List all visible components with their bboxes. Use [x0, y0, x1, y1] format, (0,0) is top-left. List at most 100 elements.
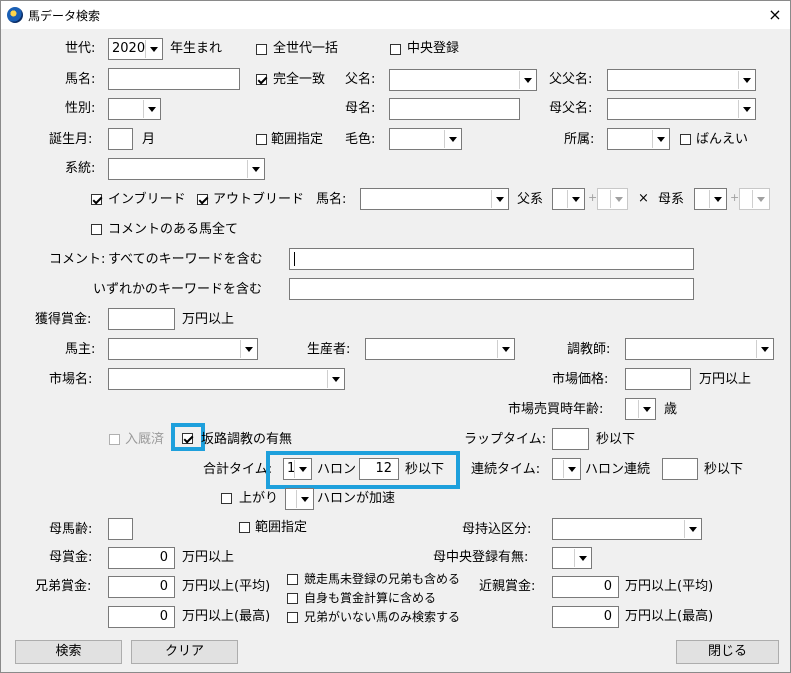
comment-horse-checkbox[interactable]: [91, 224, 102, 235]
outbreed-checkbox[interactable]: [197, 194, 208, 205]
chevron-down-icon: [563, 460, 579, 478]
sibling-max-unit: 万円以上(最高): [182, 609, 271, 624]
kin-max-unit: 万円以上(最高): [625, 609, 714, 624]
central-checkbox[interactable]: [390, 44, 401, 55]
breed-horse-select[interactable]: [360, 188, 509, 210]
dam-gen2-select[interactable]: [739, 188, 770, 210]
sibling-avg-input[interactable]: 0: [108, 576, 175, 598]
chevron-down-icon: [145, 40, 161, 58]
mother-label: 母名:: [345, 101, 376, 116]
lineage-select[interactable]: [108, 158, 265, 180]
total-seconds-input[interactable]: 12: [359, 458, 399, 480]
mf-select[interactable]: [607, 98, 756, 120]
close-button[interactable]: 閉じる: [676, 640, 779, 664]
sibling-opt3-checkbox[interactable]: [287, 612, 298, 623]
sire-gen2-select[interactable]: [597, 188, 628, 210]
banei-checkbox[interactable]: [680, 134, 691, 145]
market-age-select[interactable]: [625, 398, 656, 420]
sex-label: 性別:: [65, 101, 96, 116]
market-label: 市場名:: [49, 372, 93, 387]
chevron-down-icon: [652, 130, 668, 148]
accel-furlong-select[interactable]: [285, 488, 314, 510]
chevron-down-icon: [610, 190, 626, 208]
inbreed-checkbox[interactable]: [91, 194, 102, 205]
mother-input[interactable]: [389, 98, 520, 120]
sibling-opt2-checkbox[interactable]: [287, 593, 298, 604]
cont-furlong-label: ハロン連続: [585, 462, 651, 477]
accel-checkbox[interactable]: [221, 493, 232, 504]
era-label: 世代:: [65, 41, 96, 56]
dam-gen1-select[interactable]: [694, 188, 727, 210]
chevron-down-icon: [247, 160, 263, 178]
kin-prize-label: 近親賞金:: [479, 579, 536, 594]
cont-time-input[interactable]: [662, 458, 698, 480]
sire-gen1-select[interactable]: [552, 188, 585, 210]
central-label: 中央登録: [407, 41, 460, 56]
cont-time-label: 連続タイム:: [471, 462, 541, 477]
father-label: 父名:: [345, 72, 376, 87]
market-price-input[interactable]: [625, 368, 691, 390]
kin-max-input[interactable]: 0: [552, 606, 619, 628]
range-checkbox[interactable]: [256, 134, 267, 145]
chevron-down-icon: [756, 340, 772, 358]
chevron-down-icon: [143, 100, 159, 118]
any-keywords-input[interactable]: [289, 278, 694, 300]
close-icon[interactable]: ×: [761, 3, 789, 27]
search-button[interactable]: 検索: [15, 640, 122, 664]
market-age-unit: 歳: [664, 402, 678, 417]
cont-furlong-select[interactable]: [552, 458, 581, 480]
affiliation-select[interactable]: [607, 128, 670, 150]
market-age-label: 市場売買時年齢:: [508, 402, 604, 417]
horse-name-input[interactable]: [108, 68, 240, 90]
dam-line-label: 母系: [658, 192, 685, 207]
sibling-opt1-checkbox[interactable]: [287, 574, 298, 585]
coat-label: 毛色:: [345, 132, 376, 147]
coat-select[interactable]: [389, 128, 462, 150]
breeder-select[interactable]: [365, 338, 515, 360]
all-gen-checkbox[interactable]: [256, 44, 267, 55]
sibling-opt1-label: 競走馬未登録の兄弟も含める: [304, 572, 461, 586]
clear-button[interactable]: クリア: [131, 640, 238, 664]
dam-central-label: 母中央登録有無:: [433, 550, 529, 565]
slope-checkbox[interactable]: [182, 433, 193, 444]
all-keywords-label: すべてのキーワードを含む: [108, 252, 263, 267]
dam-import-select[interactable]: [552, 518, 702, 540]
dam-prize-input[interactable]: 0: [108, 547, 175, 569]
slope-label: 坂路調教の有無: [201, 432, 293, 447]
trainer-label: 調教師:: [567, 342, 611, 357]
accel-label: ハロンが加速: [317, 491, 396, 506]
father-select[interactable]: [389, 69, 537, 91]
sire-line-label: 父系: [517, 192, 544, 207]
birth-month-label: 誕生月:: [49, 132, 93, 147]
lap-time-input[interactable]: [552, 428, 589, 450]
inbreed-label: インブリード: [108, 192, 186, 207]
era-select[interactable]: 2020: [108, 38, 163, 60]
exact-match-checkbox[interactable]: [256, 74, 267, 85]
birth-month-input[interactable]: [108, 128, 133, 150]
furlong-select[interactable]: 1: [283, 458, 312, 480]
ff-select[interactable]: [607, 69, 756, 91]
dam-age-label: 母馬齢:: [49, 522, 93, 537]
chevron-down-icon: [497, 340, 513, 358]
sibling-opt2-label: 自身も賞金計算に含める: [304, 591, 437, 605]
window-title: 馬データ検索: [28, 9, 101, 23]
lineage-label: 系統:: [65, 161, 96, 176]
dam-central-select[interactable]: [552, 547, 592, 569]
all-keywords-input[interactable]: [289, 248, 694, 270]
prize-label: 獲得賞金:: [35, 312, 92, 327]
dam-range-checkbox[interactable]: [239, 522, 250, 533]
sex-select[interactable]: [108, 98, 161, 120]
ff-label: 父父名:: [549, 72, 593, 87]
stable-checkbox[interactable]: [109, 434, 120, 445]
kin-avg-input[interactable]: 0: [552, 576, 619, 598]
sire-plus-sign: +: [588, 191, 598, 204]
dam-age-input[interactable]: [108, 518, 133, 540]
chevron-down-icon: [296, 490, 312, 508]
trainer-select[interactable]: [625, 338, 774, 360]
sibling-max-input[interactable]: 0: [108, 606, 175, 628]
chevron-down-icon: [567, 190, 583, 208]
outbreed-label: アウトブリード: [213, 192, 305, 207]
market-select[interactable]: [108, 368, 345, 390]
owner-select[interactable]: [108, 338, 258, 360]
prize-input[interactable]: [108, 308, 175, 330]
